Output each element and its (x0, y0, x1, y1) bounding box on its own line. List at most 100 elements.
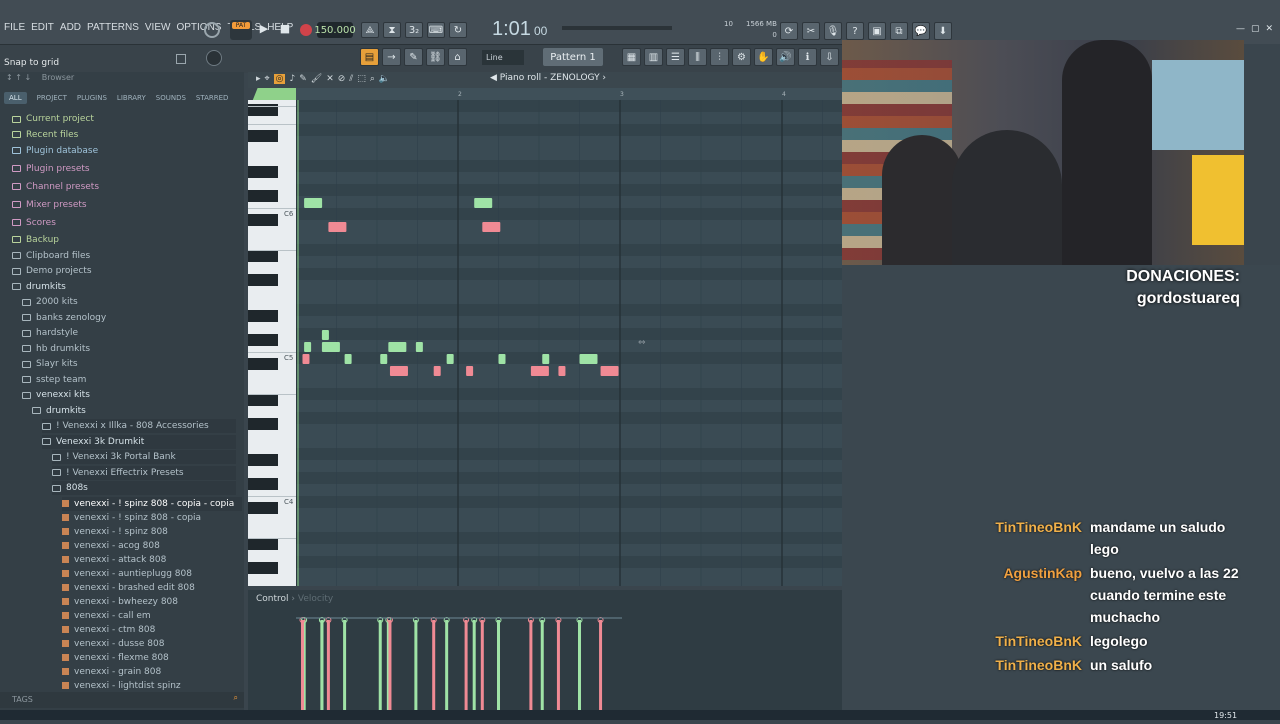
menu-arrow-icon[interactable]: ▸ (256, 74, 261, 84)
browser-file[interactable]: venexxi - dusse 808 (62, 637, 164, 651)
browser-folder[interactable]: venexxi kits (22, 388, 90, 402)
touch-keyboard-icon[interactable]: ✋ (754, 48, 773, 66)
countdown-icon[interactable]: 3₂ (405, 22, 423, 38)
velocity-canvas[interactable] (248, 590, 842, 720)
record-button[interactable] (300, 24, 312, 36)
browser-folder[interactable]: Slayr kits (22, 357, 78, 371)
wait-input-icon[interactable]: ⧗ (383, 22, 401, 38)
black-key[interactable] (248, 502, 278, 514)
browser-file[interactable]: venexxi - brashed edit 808 (62, 581, 195, 595)
tempo-display[interactable]: 150.000 (314, 22, 356, 38)
browser-folder[interactable]: banks zenology (22, 311, 106, 325)
black-key[interactable] (248, 538, 278, 550)
tab-all[interactable]: ALL (4, 92, 27, 104)
render-icon[interactable]: ⇩ (820, 48, 839, 66)
browser-folder[interactable]: Plugin database (12, 144, 98, 158)
browser-file[interactable]: venexxi - ! spinz 808 (62, 525, 168, 539)
browser-file[interactable]: venexxi - flexme 808 (62, 651, 169, 665)
browser-file[interactable]: venexxi - ! spinz 808 - copia - copia (62, 496, 242, 511)
browser-folder[interactable]: Backup (12, 233, 59, 247)
black-key[interactable] (248, 166, 278, 178)
browser-folder[interactable]: Venexxi 3k Drumkit (42, 434, 236, 449)
browser-file[interactable]: venexxi - attack 808 (62, 553, 166, 567)
pat-song-toggle[interactable]: PAT (230, 20, 252, 40)
cpu-knob-icon[interactable] (204, 22, 220, 38)
plugin-icon[interactable]: ⧉ (890, 22, 908, 40)
note-canvas[interactable] (295, 100, 842, 592)
tab-sounds[interactable]: SOUNDS (156, 94, 186, 102)
arrow-icon[interactable]: → (382, 48, 401, 66)
browser-folder[interactable]: ! Venexxi 3k Portal Bank (52, 450, 236, 464)
channel-rack-icon[interactable]: ☰ (666, 48, 685, 66)
select-tool-icon[interactable]: ⬚ (357, 74, 366, 84)
browser-file[interactable]: venexxi - auntieplugg 808 (62, 567, 192, 581)
search-icon[interactable]: ⌕ (234, 693, 238, 703)
chat-icon[interactable]: 💬 (912, 22, 930, 40)
menu-add[interactable]: ADD (60, 22, 81, 38)
mute-tool-icon[interactable]: ⊘ (338, 74, 346, 84)
mixer-icon[interactable]: ⫼ (688, 48, 707, 66)
playback-tool-icon[interactable]: 🔈 (379, 74, 390, 84)
browser-file[interactable]: venexxi - call em (62, 609, 151, 623)
minimize-icon[interactable]: — (1236, 24, 1245, 34)
black-key[interactable] (248, 214, 278, 226)
browser-file[interactable]: venexxi - ctm 808 (62, 623, 155, 637)
control-label[interactable]: Control › Velocity (256, 594, 333, 604)
loop-record-icon[interactable]: ↻ (449, 22, 467, 38)
browser-folder[interactable]: sstep team (22, 373, 86, 387)
refresh-icon[interactable]: ⟳ (780, 22, 798, 40)
black-key[interactable] (248, 334, 278, 346)
menu-file[interactable]: FILE (4, 22, 25, 38)
paint-tool-icon[interactable]: 🖌 (311, 74, 322, 84)
browser-folder[interactable]: ! Venexxi Effectrix Presets (52, 465, 236, 480)
stamp-icon[interactable]: ⌂ (448, 48, 467, 66)
save-icon[interactable]: ▣ (868, 22, 886, 40)
browser-file[interactable]: venexxi - ! spinz 808 - copia (62, 511, 201, 525)
stop-button[interactable]: ■ (277, 22, 293, 38)
step-edit-icon[interactable]: ⌨ (427, 22, 445, 38)
browser-folder[interactable]: drumkits (32, 404, 86, 418)
menu-patterns[interactable]: PATTERNS (87, 22, 139, 38)
tab-plugins[interactable]: PLUGINS (77, 94, 107, 102)
black-key[interactable] (248, 562, 278, 574)
menu-edit[interactable]: EDIT (31, 22, 54, 38)
playlist-view-icon[interactable]: ▦ (622, 48, 641, 66)
metronome-icon[interactable]: ⟁ (361, 22, 379, 38)
browser-file[interactable]: venexxi - bwheezy 808 (62, 595, 178, 609)
info-icon[interactable]: ℹ (798, 48, 817, 66)
browser-folder[interactable]: Scores (12, 216, 56, 230)
master-volume-slider[interactable] (562, 26, 672, 30)
magnet-icon[interactable]: ⌖ (265, 74, 270, 84)
piano-roll-timeline[interactable]: 2 3 4 (296, 88, 842, 100)
pencil-tool-icon[interactable]: ✎ (299, 74, 307, 84)
browser-folder[interactable]: Demo projects (12, 264, 92, 278)
browser-folder[interactable]: Plugin presets (12, 162, 90, 176)
piano-roll-view-icon[interactable]: ▥ (644, 48, 663, 66)
mic-icon[interactable]: 🎙 (824, 22, 842, 40)
browser-folder[interactable]: hardstyle (22, 326, 78, 340)
black-key[interactable] (248, 250, 278, 262)
black-key[interactable] (248, 130, 278, 142)
slice-tool-icon[interactable]: ⫽ (349, 74, 353, 84)
browser-folder[interactable]: drumkits (12, 280, 66, 294)
browser-nav-icon[interactable]: ↕ ↑ ↓ (6, 73, 31, 82)
main-pitch-knob-icon[interactable] (206, 50, 222, 66)
play-button[interactable]: ▶ (256, 22, 272, 38)
black-key[interactable] (248, 394, 278, 406)
pencil-icon[interactable]: ✎ (404, 48, 423, 66)
delete-tool-icon[interactable]: ✕ (326, 74, 334, 84)
speaker-icon[interactable]: 🔊 (776, 48, 795, 66)
piano-roll-grid[interactable] (295, 100, 842, 592)
browser-file[interactable]: venexxi - acog 808 (62, 539, 160, 553)
black-key[interactable] (248, 190, 278, 202)
playlist-icon[interactable]: ▤ (360, 48, 379, 66)
black-key[interactable] (248, 454, 278, 466)
browser-folder[interactable]: Recent files (12, 128, 78, 142)
plugin-picker-icon[interactable]: ⚙ (732, 48, 751, 66)
browser-folder[interactable]: 808s (52, 481, 236, 495)
link-icon[interactable]: ⛓ (426, 48, 445, 66)
snap-icon[interactable]: ◎ (273, 74, 286, 84)
black-key[interactable] (248, 358, 278, 370)
download-icon[interactable]: ⬇ (934, 22, 952, 40)
browser-folder[interactable]: 2000 kits (22, 295, 78, 309)
